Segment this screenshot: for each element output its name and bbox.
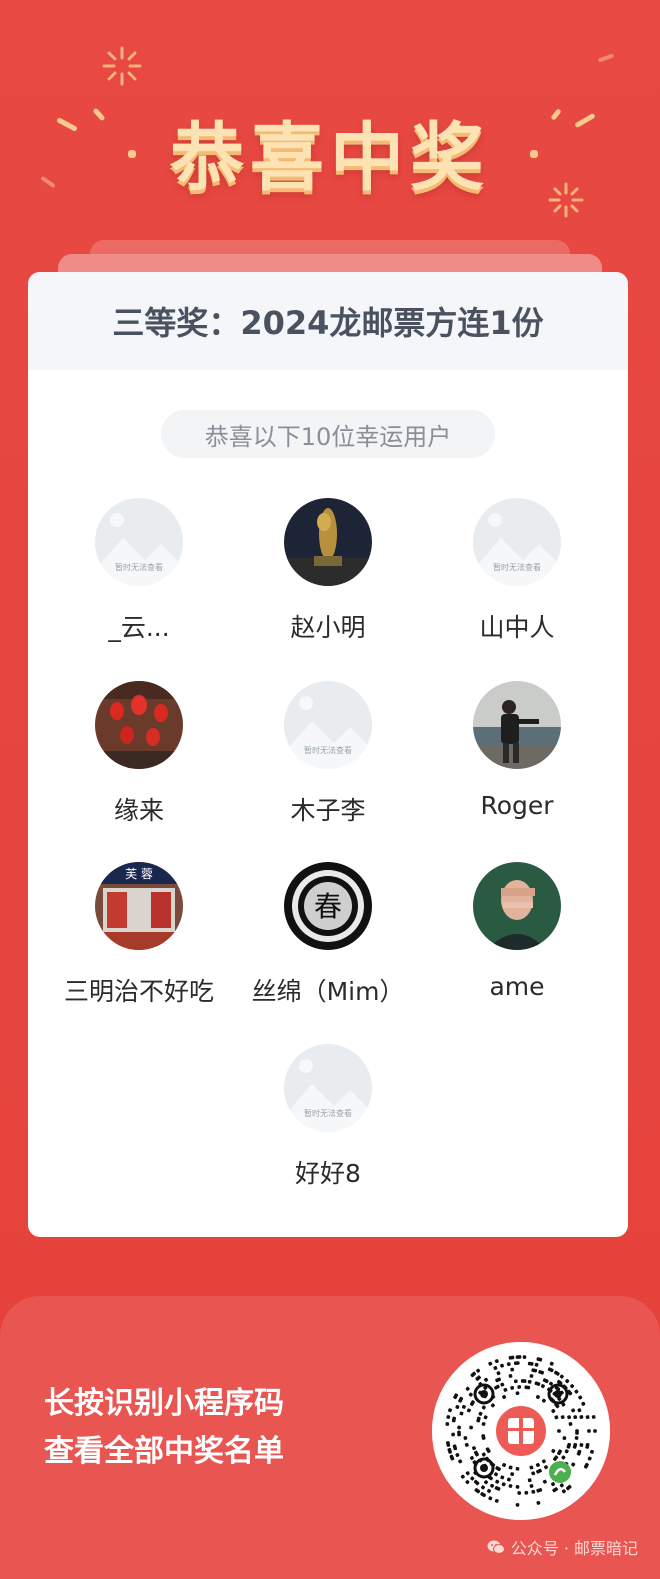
image-unavailable-icon: 暂时无法查看 xyxy=(95,498,183,586)
winner-name: ame xyxy=(489,972,545,1001)
svg-text:暂时无法查看: 暂时无法查看 xyxy=(304,745,352,755)
winner-item[interactable]: 缘来 xyxy=(39,681,239,827)
winner-name: 木子李 xyxy=(290,796,366,825)
banner-title: 恭喜中奖 xyxy=(170,115,490,201)
svg-text:春: 春 xyxy=(314,890,342,923)
prize-title: 三等奖：2024龙邮票方连1份 xyxy=(28,272,628,370)
placeholder-avatar: 暂时无法查看 xyxy=(284,1044,372,1132)
svg-text:芙 蓉: 芙 蓉 xyxy=(125,867,153,881)
page-background: 恭喜中奖 三等奖：2024龙邮票方连1份 恭喜以下10位幸运用户 暂时无法查看 … xyxy=(0,0,660,1579)
winner-name: 缘来 xyxy=(113,796,164,825)
image-unavailable-icon: 暂时无法查看 xyxy=(284,1044,372,1132)
winner-name: 山中人 xyxy=(479,613,555,642)
confetti-decoration xyxy=(597,53,615,63)
winner-name: 丝绵（Mim） xyxy=(251,977,405,1006)
blurred-portrait-avatar xyxy=(473,862,561,950)
image-unavailable-icon: 暂时无法查看 xyxy=(284,681,372,769)
cta-text: 长按识别小程序码 查看全部中奖名单 xyxy=(44,1380,284,1476)
winner-item[interactable]: 芙 蓉 三明治不好吃 xyxy=(39,862,239,1008)
firework-decoration-icon xyxy=(102,46,142,86)
wechat-icon xyxy=(487,1540,505,1554)
winner-item[interactable]: Roger xyxy=(417,681,617,820)
winner-item[interactable]: 暂时无法查看 木子李 xyxy=(228,681,428,827)
placeholder-avatar: 暂时无法查看 xyxy=(284,681,372,769)
placeholder-avatar: 暂时无法查看 xyxy=(95,498,183,586)
winner-item[interactable]: 暂时无法查看 好好8 xyxy=(228,1044,428,1190)
svg-text:暂时无法查看: 暂时无法查看 xyxy=(115,562,163,572)
placeholder-avatar: 暂时无法查看 xyxy=(473,498,561,586)
winner-name: 赵小明 xyxy=(290,613,366,642)
winner-name: Roger xyxy=(480,791,554,820)
cta-line-1: 长按识别小程序码 xyxy=(44,1386,284,1421)
svg-text:暂时无法查看: 暂时无法查看 xyxy=(493,562,541,572)
winner-item[interactable]: 春 丝绵（Mim） xyxy=(228,862,428,1008)
svg-text:暂时无法查看: 暂时无法查看 xyxy=(304,1108,352,1118)
winner-name: _云... xyxy=(108,613,170,642)
winners-count-pill: 恭喜以下10位幸运用户 xyxy=(161,410,495,458)
footer-label: 公众号 · 邮票暗记 xyxy=(510,1539,638,1558)
winner-item[interactable]: 暂时无法查看 _云... xyxy=(39,498,239,644)
statue-photo-avatar xyxy=(284,498,372,586)
winner-name: 三明治不好吃 xyxy=(63,977,214,1006)
mini-program-code[interactable] xyxy=(432,1342,610,1520)
cta-line-2: 查看全部中奖名单 xyxy=(44,1434,284,1469)
winner-name: 好好8 xyxy=(295,1159,361,1188)
storefront-photo-avatar: 芙 蓉 xyxy=(95,862,183,950)
lanterns-photo-avatar xyxy=(95,681,183,769)
spring-symbol-avatar: 春 xyxy=(284,862,372,950)
winner-item[interactable]: ame xyxy=(417,862,617,1001)
image-unavailable-icon: 暂时无法查看 xyxy=(473,498,561,586)
winner-item[interactable]: 暂时无法查看 山中人 xyxy=(417,498,617,644)
mini-program-qr-icon xyxy=(432,1342,610,1520)
winner-item[interactable]: 赵小明 xyxy=(228,498,428,644)
winners-card: 三等奖：2024龙邮票方连1份 恭喜以下10位幸运用户 暂时无法查看 _云... xyxy=(28,272,628,1237)
person-beach-photo-avatar xyxy=(473,681,561,769)
footer-source: 公众号 · 邮票暗记 xyxy=(487,1535,638,1559)
